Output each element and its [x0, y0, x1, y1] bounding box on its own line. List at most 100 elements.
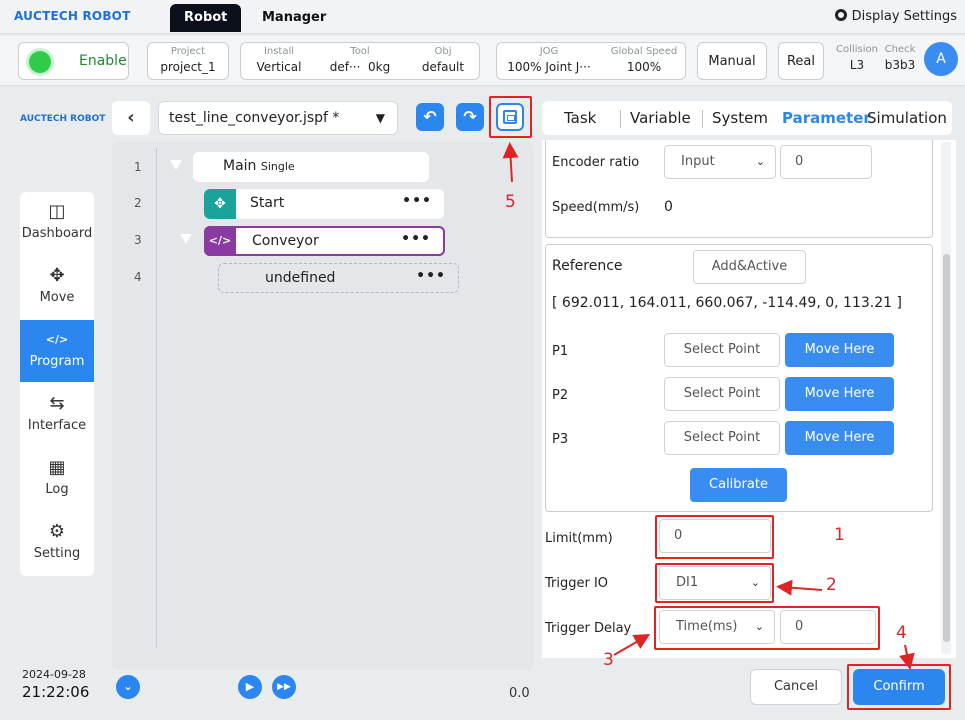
chevron-down-icon: ⌄: [755, 155, 765, 168]
scrollbar-thumb[interactable]: [943, 254, 950, 642]
more-options-icon[interactable]: •••: [402, 193, 432, 209]
code-icon: </>: [204, 226, 236, 256]
collision-status[interactable]: Collision L3: [834, 44, 880, 74]
calendar-icon: ▦: [48, 457, 66, 478]
display-settings-button[interactable]: Display Settings: [834, 9, 957, 24]
sidebar-item-log[interactable]: ▦ Log: [20, 448, 94, 510]
move-here-p2-button[interactable]: Move Here: [785, 377, 894, 411]
play-icon: ▶: [245, 680, 255, 693]
move-arrows-icon: ✥: [49, 265, 65, 286]
datetime: 2024-09-28 21:22:06: [22, 668, 89, 701]
top-bar: AUCTECH ROBOT Robot Manager Display Sett…: [0, 0, 965, 34]
tab-manager[interactable]: Manager: [248, 4, 340, 32]
tab-simulation[interactable]: Simulation: [867, 109, 947, 127]
annotation-label-3: 3: [603, 650, 614, 670]
tab-robot[interactable]: Robot: [170, 4, 242, 32]
global-speed-label: Global Speed: [610, 46, 678, 57]
more-options-icon[interactable]: •••: [416, 268, 446, 284]
manual-mode-button[interactable]: Manual: [697, 42, 767, 80]
encoder-ratio-mode-value: Input: [681, 154, 715, 169]
jog-speed-selector[interactable]: JOG 100% Joint J··· Global Speed 100%: [496, 42, 686, 80]
encoder-ratio-mode-select[interactable]: Input ⌄: [664, 145, 776, 179]
back-button[interactable]: ‹: [112, 101, 150, 135]
tab-divider: [620, 110, 621, 128]
annotation-label-5: 5: [505, 192, 516, 212]
main-node-label: Main: [223, 158, 257, 174]
fast-forward-icon: ▶▶: [277, 682, 291, 692]
project-selector[interactable]: Project project_1: [147, 42, 229, 80]
annotation-box-confirm: [847, 664, 951, 710]
real-mode-button[interactable]: Real: [778, 42, 824, 80]
start-node[interactable]: ✥ Start •••: [204, 189, 444, 219]
chevron-down-icon: ▼: [375, 111, 385, 125]
cancel-button[interactable]: Cancel: [750, 669, 842, 705]
speed-value: 0: [664, 199, 673, 215]
obj-value: default: [421, 60, 465, 74]
more-options-icon[interactable]: •••: [401, 231, 431, 247]
tool-value: def···: [329, 60, 361, 74]
redo-button[interactable]: ↷: [456, 103, 484, 131]
run-speed-value: 0.0: [509, 686, 530, 701]
avatar[interactable]: A: [924, 42, 958, 76]
install-tool-obj-selector[interactable]: Install Vertical Tool def··· 0kg Obj def…: [240, 42, 480, 80]
calibrate-button[interactable]: Calibrate: [690, 468, 787, 502]
collapse-triangle-icon[interactable]: [170, 160, 182, 170]
annotation-label-2: 2: [826, 575, 837, 595]
reference-label: Reference: [552, 258, 623, 274]
sidebar-item-interface[interactable]: ⇆ Interface: [20, 384, 94, 446]
conveyor-node[interactable]: </> Conveyor •••: [204, 226, 445, 256]
annotation-label-1: 1: [834, 525, 845, 545]
check-value: b3b3: [884, 58, 916, 72]
tab-system[interactable]: System: [712, 109, 768, 127]
file-name: test_line_conveyor.jspf *: [169, 110, 340, 126]
undo-icon: ↶: [423, 107, 437, 126]
collapse-triangle-icon[interactable]: [180, 234, 192, 244]
select-point-p2-button[interactable]: Select Point: [664, 377, 780, 411]
encoder-ratio-input[interactable]: 0: [780, 145, 872, 179]
reference-values: [ 692.011, 164.011, 660.067, -114.49, 0,…: [552, 295, 902, 311]
move-here-p1-button[interactable]: Move Here: [785, 333, 894, 367]
project-value: project_1: [160, 60, 216, 74]
sidebar-item-move[interactable]: ✥ Move: [20, 256, 94, 318]
sidebar-item-label: Program: [29, 354, 85, 369]
obj-label: Obj: [434, 46, 452, 57]
sidebar-item-label: Dashboard: [21, 226, 93, 241]
enable-toggle[interactable]: Enable: [18, 42, 129, 80]
undo-button[interactable]: ↶: [416, 103, 444, 131]
trigger-io-label: Trigger IO: [545, 576, 609, 591]
project-label: Project: [170, 46, 206, 57]
main-node-suffix: Single: [260, 160, 295, 173]
step-forward-button[interactable]: ▶▶: [272, 675, 296, 699]
select-point-p3-button[interactable]: Select Point: [664, 421, 780, 455]
undefined-node[interactable]: undefined •••: [218, 263, 459, 293]
main-node[interactable]: Main Single: [193, 152, 429, 182]
move-here-p3-button[interactable]: Move Here: [785, 421, 894, 455]
tab-variable[interactable]: Variable: [630, 109, 691, 127]
tree-guide-line: [156, 148, 157, 648]
check-status[interactable]: Check b3b3: [880, 44, 920, 74]
chevron-left-icon: ‹: [127, 107, 135, 128]
scroll-down-button[interactable]: ⌄: [116, 675, 140, 699]
point-p1-label: P1: [552, 344, 569, 359]
encoder-ratio-label: Encoder ratio: [552, 155, 640, 170]
tab-parameter[interactable]: Parameter: [782, 109, 871, 127]
speed-label: Speed(mm/s): [552, 200, 640, 215]
annotation-box-save: [489, 96, 532, 138]
annotation-box-trigger-io: [655, 563, 774, 603]
annotation-box-limit: [655, 515, 774, 559]
sidebar-item-label: Setting: [33, 546, 81, 561]
tool-label: Tool: [350, 46, 370, 57]
sidebar: ◫ Dashboard ✥ Move </> Program ⇆ Interfa…: [20, 192, 94, 576]
sidebar-item-setting[interactable]: ⚙ Setting: [20, 512, 94, 574]
play-button[interactable]: ▶: [238, 675, 262, 699]
add-active-button[interactable]: Add&Active: [693, 250, 806, 284]
select-point-p1-button[interactable]: Select Point: [664, 333, 780, 367]
sidebar-item-dashboard[interactable]: ◫ Dashboard: [20, 192, 94, 254]
annotation-box-trigger-delay: [654, 606, 880, 650]
sidebar-item-program[interactable]: </> Program: [20, 320, 94, 382]
global-speed-value: 100%: [626, 60, 662, 74]
line-number: 3: [134, 233, 142, 247]
tab-task[interactable]: Task: [564, 109, 596, 127]
program-tree: [112, 142, 534, 670]
file-selector[interactable]: test_line_conveyor.jspf * ▼: [158, 101, 398, 135]
